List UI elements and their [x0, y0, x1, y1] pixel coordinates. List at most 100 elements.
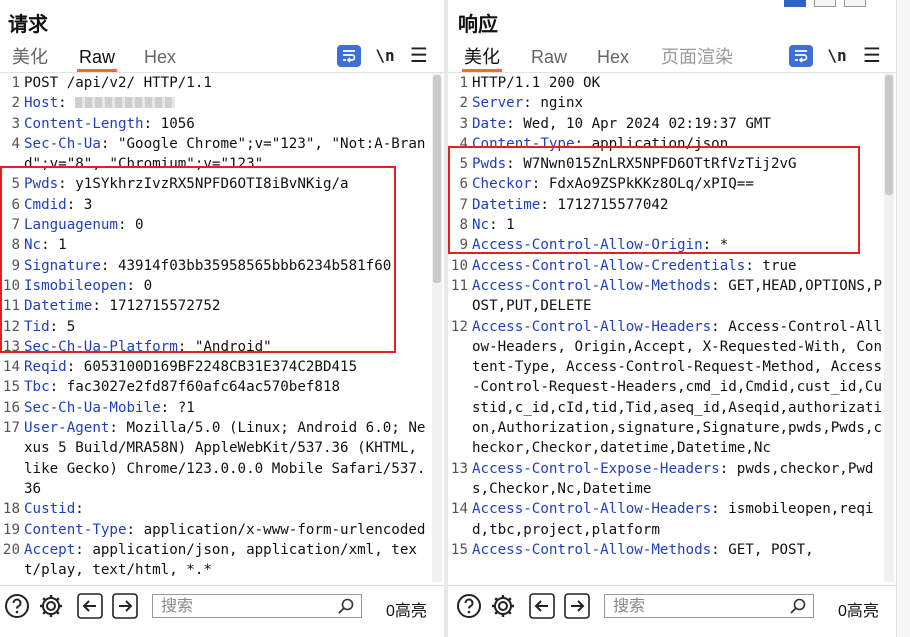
search-icon[interactable] — [337, 597, 355, 615]
response-bottom-bar: 0高亮 — [448, 585, 896, 630]
response-tab-hex[interactable]: Hex — [593, 44, 633, 70]
arrow-right-icon[interactable] — [564, 593, 590, 619]
response-scroll-thumb[interactable] — [885, 75, 893, 195]
request-scrollbar[interactable] — [432, 73, 442, 582]
response-newline-button[interactable]: \n — [826, 44, 848, 68]
menu-icon: ☰ — [863, 45, 881, 67]
line-number: 11 — [450, 277, 468, 294]
arrow-right-icon[interactable] — [112, 593, 138, 619]
editor-line: 20 Accept: application/json, application/… — [0, 540, 432, 581]
settings-icon[interactable] — [490, 593, 516, 619]
editor-line: 3 Date: Wed, 10 Apr 2024 02:19:37 GMT — [448, 114, 882, 134]
editor-line: 16 Sec-Ch-Ua-Mobile: ?1 — [0, 398, 432, 418]
line-number: 12 — [450, 318, 468, 335]
header-name: Tbc — [24, 379, 50, 396]
header-name: Custid — [24, 501, 76, 518]
line-content: Content-Type: application/x-www-form-url… — [24, 521, 426, 538]
header-value: ?1 — [169, 399, 195, 416]
line-number: 14 — [2, 359, 20, 376]
header-value: 1056 — [152, 115, 195, 132]
request-menu-button[interactable]: ☰ — [408, 44, 430, 68]
layout-toggle-group — [778, 0, 896, 8]
request-highlight-count: 0高亮 — [386, 603, 427, 620]
header-name: Access-Control-Allow-Headers — [472, 318, 712, 335]
line-content: Accept: application/json, application/xm… — [24, 541, 417, 579]
header-name: Access-Control-Allow-Methods — [472, 541, 712, 558]
header-value: HTTP/1.1 200 OK — [472, 75, 601, 91]
line-number: 2 — [11, 95, 20, 112]
header-name: Server — [472, 95, 524, 112]
response-menu-button[interactable]: ☰ — [861, 44, 883, 68]
response-wrap-button[interactable] — [789, 45, 813, 67]
editor-line: 15 Tbc: fac3027e2fd87f60afc64ac570bef818 — [0, 377, 432, 397]
request-tab-raw[interactable]: Raw — [75, 44, 119, 72]
layout-toggle-3[interactable] — [844, 0, 866, 7]
line-number: 15 — [2, 379, 20, 396]
layout-toggle-2[interactable] — [814, 0, 836, 7]
line-content: Reqid: 6053100D169BF2248CB31E374C2BD415 — [24, 359, 358, 376]
request-panel: 请求 美化 Raw Hex \n ☰ 1 POST /api/v2/ HTTP/1… — [0, 0, 444, 637]
response-scrollbar[interactable] — [884, 73, 894, 582]
line-number: 10 — [450, 257, 468, 274]
request-tab-pretty[interactable]: 美化 — [8, 44, 52, 70]
help-icon[interactable] — [456, 593, 482, 619]
line-content: Custid: — [24, 501, 84, 518]
right-side-panel-edge — [896, 0, 910, 637]
editor-line: 14 Access-Control-Allow-Headers: ismobile… — [448, 499, 882, 540]
layout-toggle-1[interactable] — [784, 0, 806, 7]
header-value: application/json, application/xml, text/… — [24, 541, 417, 579]
line-number: 15 — [450, 541, 468, 558]
header-value: nginx — [531, 95, 584, 112]
line-number: 17 — [2, 420, 20, 437]
header-name: Host — [24, 95, 59, 112]
response-tab-render[interactable]: 页面渲染 — [657, 44, 737, 70]
line-number: 18 — [2, 501, 20, 518]
line-content: Sec-Ch-Ua-Mobile: ?1 — [24, 399, 195, 416]
help-icon[interactable] — [4, 593, 30, 619]
arrow-left-icon[interactable] — [77, 593, 103, 619]
line-number: 14 — [450, 501, 468, 518]
header-name: Sec-Ch-Ua — [24, 135, 101, 152]
header-name: User-Agent — [24, 420, 110, 437]
line-content: User-Agent: Mozilla/5.0 (Linux; Android … — [24, 420, 426, 497]
editor-line: 1 HTTP/1.1 200 OK — [448, 73, 882, 93]
settings-icon[interactable] — [38, 593, 64, 619]
response-highlight-count: 0高亮 — [838, 603, 879, 620]
editor-line: 3 Content-Length: 1056 — [0, 114, 432, 134]
editor-line: 1 POST /api/v2/ HTTP/1.1 — [0, 73, 432, 93]
line-content: POST /api/v2/ HTTP/1.1 — [24, 73, 432, 93]
response-tab-raw[interactable]: Raw — [527, 44, 571, 70]
header-name: Reqid — [24, 359, 67, 376]
wrap-icon — [795, 50, 808, 63]
editor-line: 15 Access-Control-Allow-Methods: GET, POS… — [448, 540, 882, 560]
editor-line: 10 Access-Control-Allow-Credentials: true — [448, 256, 882, 276]
response-tab-pretty[interactable]: 美化 — [460, 44, 504, 72]
header-value: 6053100D169BF2248CB31E374C2BD415 — [75, 359, 358, 376]
arrow-left-icon[interactable] — [529, 593, 555, 619]
header-name: Content-Length — [24, 115, 144, 132]
line-content: HTTP/1.1 200 OK — [472, 73, 882, 93]
header-name: Access-Control-Allow-Headers — [472, 501, 712, 518]
request-newline-button[interactable]: \n — [374, 44, 396, 68]
line-content: Access-Control-Expose-Headers: pwds,chec… — [472, 460, 874, 497]
header-name: Content-Type — [24, 521, 127, 538]
editor-line: 11 Access-Control-Allow-Methods: GET,HEAD… — [448, 276, 882, 317]
header-value: GET, POST, — [719, 541, 814, 558]
request-scroll-thumb[interactable] — [433, 75, 441, 283]
request-wrap-button[interactable] — [337, 45, 361, 67]
line-number: 19 — [2, 521, 20, 538]
editor-line: 18 Custid: — [0, 499, 432, 519]
request-title: 请求 — [8, 14, 48, 36]
line-content: Access-Control-Allow-Methods: GET,HEAD,O… — [472, 277, 882, 315]
line-number: 3 — [459, 115, 468, 132]
request-search-input[interactable] — [159, 596, 313, 618]
editor-line: 2 Host: — [0, 93, 432, 113]
request-tab-hex[interactable]: Hex — [140, 44, 180, 70]
response-search-box — [604, 594, 814, 618]
request-bottom-bar: 0高亮 — [0, 585, 444, 630]
line-content: Access-Control-Allow-Headers: Access-Con… — [472, 318, 882, 457]
search-icon[interactable] — [789, 597, 807, 615]
header-name: Access-Control-Allow-Methods — [472, 277, 712, 294]
editor-line: 12 Access-Control-Allow-Headers: Access-C… — [448, 317, 882, 459]
response-search-input[interactable] — [611, 596, 765, 618]
